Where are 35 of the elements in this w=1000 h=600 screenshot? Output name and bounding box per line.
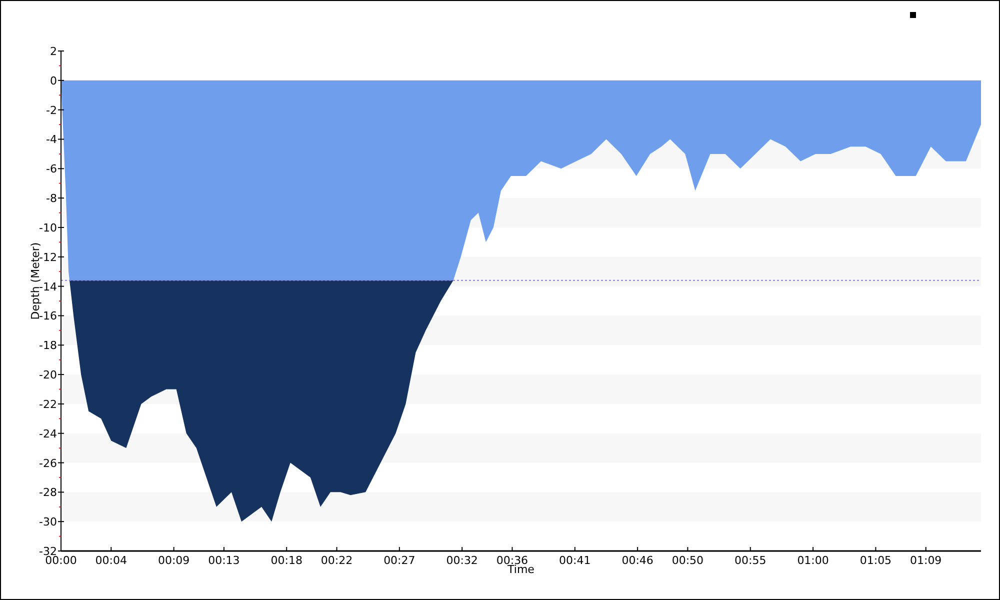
x-axis-title: Time bbox=[508, 563, 534, 576]
y-tick-label: -14 bbox=[39, 280, 57, 294]
y-tick-label: -4 bbox=[46, 133, 57, 146]
y-tick-label: 0 bbox=[50, 74, 57, 88]
x-tick-label: 01:05 bbox=[860, 554, 892, 567]
y-tick-label: 2 bbox=[50, 45, 57, 58]
x-tick-label: 00:18 bbox=[270, 554, 302, 567]
y-tick-label: -6 bbox=[46, 162, 57, 176]
x-tick-label: 00:27 bbox=[384, 554, 416, 567]
x-tick-label: 00:41 bbox=[559, 554, 591, 567]
y-tick-label: -12 bbox=[39, 250, 57, 264]
x-tick-label: 00:13 bbox=[208, 554, 240, 567]
y-tick-label: -8 bbox=[46, 192, 57, 206]
x-tick-label: 00:55 bbox=[734, 554, 766, 567]
y-tick-label: -28 bbox=[39, 486, 57, 500]
y-tick-label: -26 bbox=[39, 456, 57, 470]
y-tick-label: -10 bbox=[39, 221, 57, 234]
x-tick-label: 00:22 bbox=[320, 554, 353, 567]
x-tick-label: 00:50 bbox=[672, 554, 704, 567]
y-tick-label: -18 bbox=[39, 339, 57, 352]
x-tick-label: 00:32 bbox=[446, 554, 478, 567]
x-tick-label: 01:09 bbox=[910, 554, 942, 567]
y-axis-title: Depth (Meter) bbox=[29, 242, 42, 320]
x-tick-label: 00:04 bbox=[95, 554, 127, 567]
x-tick-label: 00:00 bbox=[45, 554, 77, 567]
y-tick-label: -24 bbox=[39, 427, 57, 440]
y-tick-label: -20 bbox=[39, 368, 57, 382]
y-tick-label: -2 bbox=[46, 104, 57, 117]
x-tick-label: 01:00 bbox=[797, 554, 829, 567]
x-tick-label: 00:46 bbox=[622, 554, 654, 567]
legend-marker-icon bbox=[910, 12, 916, 18]
y-tick-label: -22 bbox=[39, 398, 57, 411]
y-tick-label: -16 bbox=[39, 310, 57, 323]
x-tick-label: 00:09 bbox=[158, 554, 190, 567]
y-tick-label: -30 bbox=[39, 516, 57, 529]
